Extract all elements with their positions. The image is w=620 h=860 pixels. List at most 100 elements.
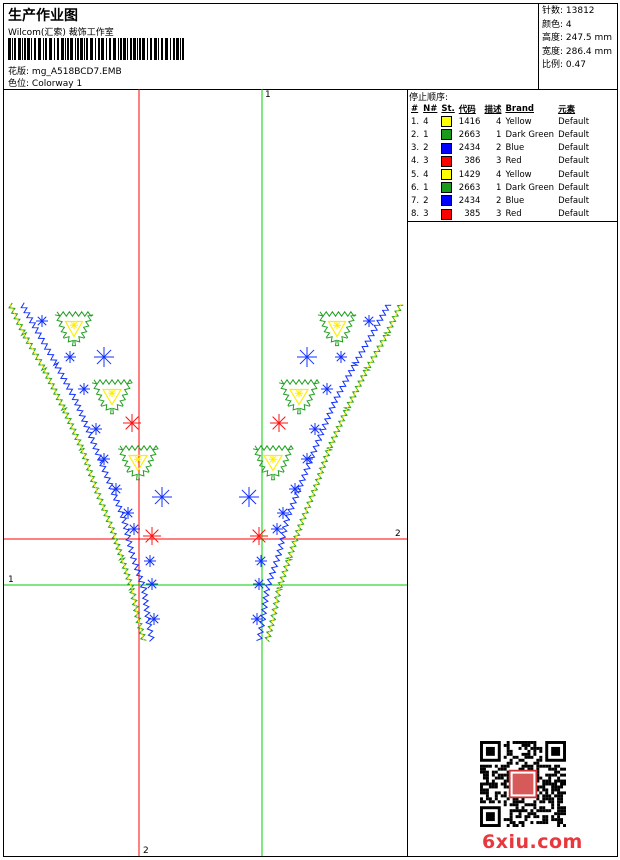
color-swatch <box>441 169 453 181</box>
row-needle: 4 <box>423 169 429 180</box>
row-color <box>439 128 456 141</box>
row-code: 2 <box>496 143 502 154</box>
table-row: 8. 3 385 3 Red Default <box>409 208 591 221</box>
row-code: 3 <box>496 209 502 220</box>
row-index: 2. <box>411 129 420 140</box>
row-description: Yellow <box>505 116 532 127</box>
axis-label-red-right: 2 <box>395 529 401 539</box>
row-stitches: 2663 <box>458 129 481 140</box>
row-color <box>439 155 456 168</box>
row-index: 7. <box>411 195 420 206</box>
row-stitches: 2663 <box>458 182 481 193</box>
color-swatch <box>441 195 453 207</box>
row-description: Red <box>505 209 522 220</box>
row-brand: Default <box>558 195 590 206</box>
colorway-value: Colorway 1 <box>31 79 83 89</box>
col-header-index: # <box>411 103 419 114</box>
col-header-needle: N# <box>423 103 438 114</box>
row-stitches: 2434 <box>458 195 481 206</box>
stitch-count: 针数: 13812 <box>542 6 595 16</box>
color-count: 颜色: 4 <box>542 19 572 30</box>
axis-label-green-left: 1 <box>8 575 14 585</box>
table-row: 7. 2 2434 2 Blue Default <box>409 194 591 207</box>
production-worksheet: 生产作业图 Wilcom(汇索) 裁饰工作室 花版: mg_A518BCD7.E… <box>3 3 618 857</box>
color-swatch <box>441 116 453 128</box>
color-swatch <box>441 155 453 167</box>
table-row: 1. 4 1416 4 Yellow Default <box>409 115 591 128</box>
row-brand: Default <box>558 156 590 167</box>
color-swatch <box>441 142 453 154</box>
row-index: 5. <box>411 169 420 180</box>
design-height: 高度: 247.5 mm <box>542 33 613 43</box>
row-color <box>439 181 456 194</box>
row-index: 6. <box>411 182 420 193</box>
row-code: 1 <box>496 129 502 140</box>
row-code: 2 <box>496 195 502 206</box>
table-row: 2. 1 2663 1 Dark Green Default <box>409 128 591 141</box>
design-width: 宽度: 286.4 mm <box>542 46 613 57</box>
row-description: Dark Green <box>505 182 555 193</box>
embroidery-drawing <box>4 89 407 856</box>
row-code: 4 <box>496 169 502 180</box>
page-title: 生产作业图 <box>8 8 78 24</box>
table-row: 5. 4 1429 4 Yellow Default <box>409 168 591 181</box>
row-stitches: 1416 <box>458 116 481 127</box>
axis-label-red-bottom: 2 <box>143 846 149 856</box>
row-index: 4. <box>411 156 420 167</box>
table-header-row: # N# St. 代码 描述 Brand 元素 <box>409 102 591 115</box>
row-needle: 2 <box>423 143 429 154</box>
row-index: 8. <box>411 209 420 220</box>
row-brand: Default <box>558 209 590 220</box>
col-header-description: 描述 <box>484 104 502 115</box>
color-swatch <box>441 182 453 194</box>
col-header-code: 代码 <box>458 104 476 115</box>
stop-sequence-table: # N# St. 代码 描述 Brand 元素 1. 4 1416 4 Yellow De… <box>409 102 591 221</box>
row-brand: Default <box>558 143 590 154</box>
row-color <box>439 194 456 207</box>
table-row: 6. 1 2663 1 Dark Green Default <box>409 181 591 194</box>
col-header-brand: Brand <box>505 103 534 114</box>
row-color <box>439 142 456 155</box>
row-brand: Default <box>558 182 590 193</box>
row-index: 1. <box>411 116 420 127</box>
table-row: 4. 3 386 3 Red Default <box>409 155 591 168</box>
row-stitches: 1429 <box>458 169 481 180</box>
qr-code <box>480 741 566 827</box>
barcode <box>8 38 184 60</box>
color-swatch <box>441 208 453 220</box>
design-stats: 针数: 13812 颜色: 4 高度: 247.5 mm 宽度: 286.4 m… <box>538 4 617 89</box>
row-index: 3. <box>411 143 420 154</box>
row-color <box>439 168 456 181</box>
col-header-element: 元素 <box>558 104 576 115</box>
row-code: 1 <box>496 182 502 193</box>
row-code: 4 <box>496 116 502 127</box>
row-needle: 2 <box>423 195 429 206</box>
row-description: Blue <box>505 143 525 154</box>
company-name: Wilcom(汇索) 裁饰工作室 <box>8 28 114 38</box>
row-stitches: 386 <box>464 156 481 167</box>
row-needle: 1 <box>423 129 429 140</box>
design-scale: 比例: 0.47 <box>542 60 586 70</box>
axis-label-green-top: 1 <box>265 90 271 100</box>
stop-sequence-panel: 停止顺序: # N# St. 代码 描述 Brand 元素 1. 4 1416 4 Ye… <box>407 89 617 222</box>
row-description: Blue <box>505 195 525 206</box>
row-code: 3 <box>496 156 502 167</box>
row-needle: 3 <box>423 209 429 220</box>
row-description: Red <box>505 156 522 167</box>
row-brand: Default <box>558 116 590 127</box>
row-stitches: 385 <box>464 209 481 220</box>
colorway-line: 色位: Colorway 1 <box>8 76 82 89</box>
row-needle: 3 <box>423 156 429 167</box>
row-brand: Default <box>558 169 590 180</box>
row-description: Dark Green <box>505 129 555 140</box>
row-color <box>439 208 456 221</box>
row-color <box>439 115 456 128</box>
colorway-label: 色位: <box>8 79 30 89</box>
col-header-stitches: St. <box>441 103 455 114</box>
worksheet-header: 生产作业图 Wilcom(汇索) 裁饰工作室 花版: mg_A518BCD7.E… <box>4 4 617 90</box>
color-swatch <box>441 129 453 141</box>
row-needle: 4 <box>423 116 429 127</box>
row-description: Yellow <box>505 169 532 180</box>
table-row: 3. 2 2434 2 Blue Default <box>409 142 591 155</box>
embroidery-preview: 1 2 2 1 <box>4 89 408 856</box>
